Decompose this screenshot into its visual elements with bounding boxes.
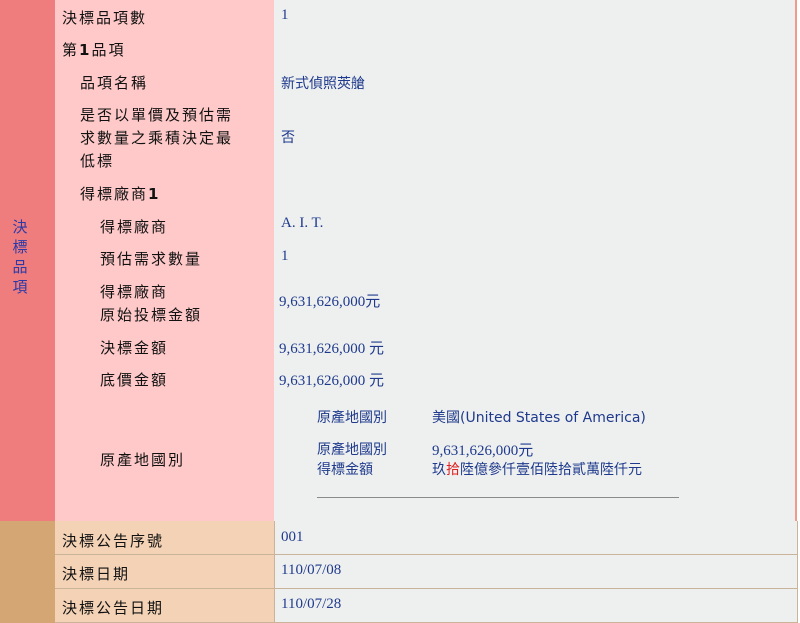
- award-date-label: 決標日期: [62, 565, 131, 583]
- section-label: 決標品項: [12, 218, 28, 296]
- est-qty-label: 預估需求數量: [100, 250, 203, 268]
- origin-amount-label-line2: 得標金額: [317, 462, 373, 478]
- notice-info-left-cell: [0, 521, 55, 623]
- item-count-label: 決標品項數: [62, 9, 148, 27]
- notice-date-row: 決標公告日期 110/07/28: [55, 589, 798, 623]
- notice-no-label: 決標公告序號: [62, 532, 165, 550]
- origin-amount-chinese: 玖拾陸億參仟壹佰陸拾貳萬陸仟元: [432, 462, 642, 478]
- notice-no-value: 001: [281, 529, 304, 545]
- notice-date-label: 決標公告日期: [62, 599, 165, 617]
- orig-bid-value: 9,631,626,000元: [279, 294, 381, 310]
- unit-price-rule-label-line1: 是否以單價及預估需: [80, 106, 234, 124]
- origin-amount-value: 9,631,626,000元: [432, 443, 534, 459]
- winner-heading: 得標廠商1: [80, 185, 161, 203]
- orig-bid-label-line1: 得標廠商: [100, 283, 169, 301]
- item-count-value: 1: [281, 7, 289, 23]
- unit-price-rule-label-line2: 求數量之乘積決定最: [80, 129, 234, 147]
- origin-amount-label-line1: 原產地國別: [317, 442, 387, 458]
- winner-label: 得標廠商: [100, 218, 169, 236]
- est-qty-value: 1: [281, 248, 289, 264]
- award-amount-label: 決標金額: [100, 339, 169, 357]
- origin-country-label: 原產地國別: [317, 410, 387, 426]
- origin-divider: [317, 497, 679, 498]
- notice-no-row: 決標公告序號 001: [55, 521, 798, 555]
- floor-price-value: 9,631,626,000 元: [279, 373, 385, 389]
- origin-country-value: 美國(United States of America): [432, 410, 646, 426]
- winner-value: A. I. T.: [281, 215, 324, 231]
- award-items-panel: 決標品項 決標品項數 1 第1品項 品項名稱 新式偵照莢艙 是否以單價及預估需 …: [0, 0, 800, 623]
- award-date-row: 決標日期 110/07/08: [55, 555, 798, 589]
- floor-price-label: 底價金額: [100, 371, 169, 389]
- award-date-value: 110/07/08: [281, 562, 342, 578]
- item-name-value: 新式偵照莢艙: [281, 76, 365, 92]
- award-amount-value: 9,631,626,000 元: [279, 341, 385, 357]
- notice-info-band: 決標公告序號 001 決標日期 110/07/08 決標公告日期 110/07/…: [0, 521, 800, 623]
- item-name-label: 品項名稱: [80, 74, 149, 92]
- unit-price-rule-value: 否: [281, 130, 295, 146]
- origin-label: 原產地國別: [100, 451, 186, 469]
- notice-date-value: 110/07/28: [281, 596, 342, 612]
- section-label-cell: 決標品項: [0, 0, 56, 521]
- orig-bid-label-line2: 原始投標金額: [100, 306, 203, 324]
- unit-price-rule-label-line3: 低標: [80, 152, 115, 170]
- item-heading: 第1品項: [62, 41, 126, 59]
